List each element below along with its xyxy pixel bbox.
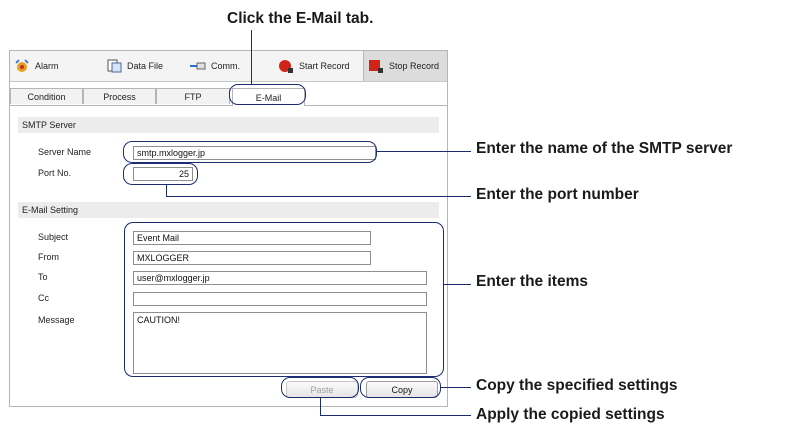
items-leader-line [444,284,471,285]
port-highlight [123,163,198,185]
cc-label: Cc [38,293,49,303]
tab-condition[interactable]: Condition [10,88,83,104]
data-file-label: Data File [127,61,164,71]
data-file-icon [106,59,122,73]
stop-record-label: Stop Record [389,61,440,71]
email-tab-leader-line [251,30,252,84]
tab-ftp[interactable]: FTP [156,88,230,104]
callout-items: Enter the items [476,273,588,290]
email-section-header: E-Mail Setting [18,202,439,218]
data-file-button[interactable]: Data File [106,51,163,81]
copy-leader-line [441,387,471,388]
server-name-highlight [123,141,377,163]
tab-process[interactable]: Process [83,88,156,104]
from-label: From [38,252,59,262]
paste-highlight [281,377,359,398]
callout-email-tab: Click the E-Mail tab. [227,10,374,27]
server-name-label: Server Name [38,147,92,157]
smtp-section-header: SMTP Server [18,117,439,133]
stop-record-button[interactable]: Stop Record [363,51,447,81]
paste-leader-vertical [320,398,321,415]
to-label: To [38,272,48,282]
port-leader-line [166,196,471,197]
port-leader-vertical [166,185,167,196]
toolbar: Alarm Data File Comm. Start Record Stop … [10,51,447,82]
start-record-icon [278,59,294,73]
message-label: Message [38,315,75,325]
alarm-button[interactable]: Alarm [14,51,59,81]
callout-port: Enter the port number [476,186,639,203]
comm-icon [190,59,206,73]
alarm-label: Alarm [35,61,59,71]
callout-paste: Apply the copied settings [476,406,665,423]
comm-button[interactable]: Comm. [190,51,240,81]
items-highlight [124,222,444,377]
alarm-icon [14,59,30,73]
server-name-leader-line [377,151,471,152]
comm-label: Comm. [211,61,240,71]
email-tab-highlight [229,84,306,105]
subject-label: Subject [38,232,69,242]
paste-leader-line [320,415,471,416]
port-label: Port No. [38,168,72,178]
copy-highlight [360,377,441,398]
callout-smtp-server: Enter the name of the SMTP server [476,140,733,157]
stop-record-icon [368,59,384,73]
callout-copy: Copy the specified settings [476,377,678,394]
start-record-label: Start Record [299,61,350,71]
start-record-button[interactable]: Start Record [278,51,350,81]
